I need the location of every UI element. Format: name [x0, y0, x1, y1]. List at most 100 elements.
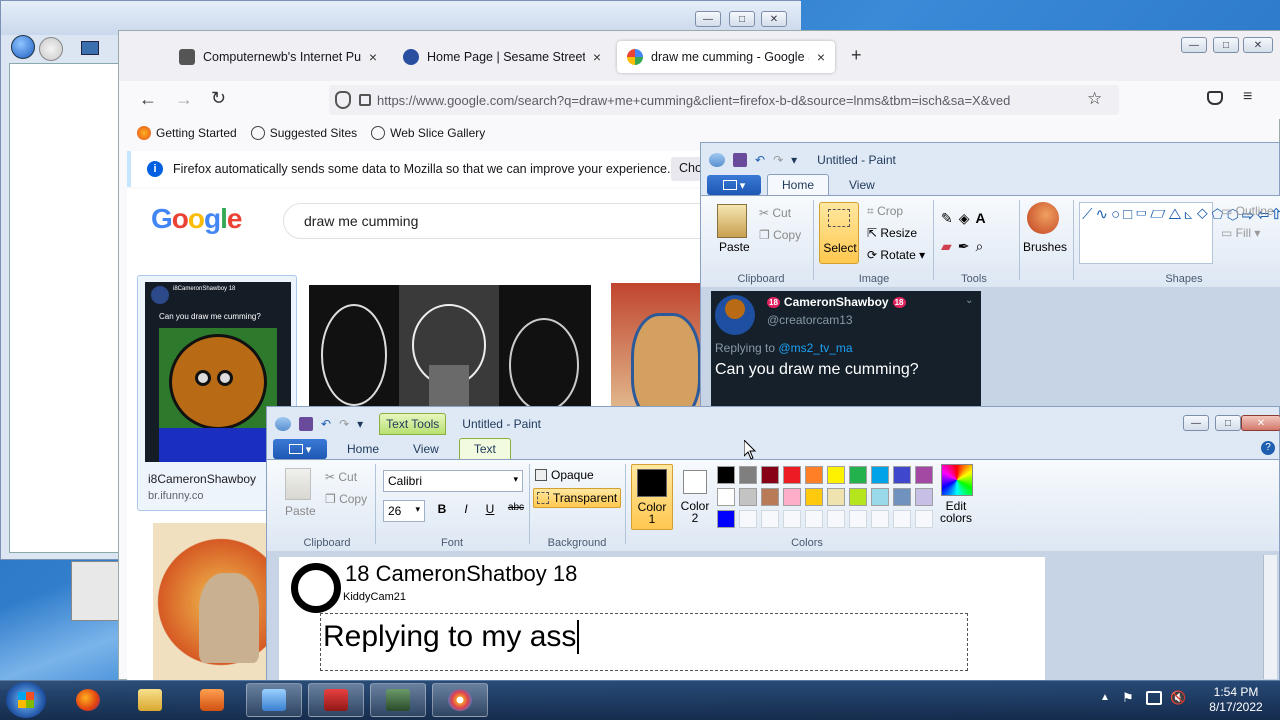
palette-swatch[interactable] [827, 466, 845, 484]
palette-swatch[interactable] [761, 488, 779, 506]
palette-swatch[interactable] [739, 510, 757, 528]
tab-computernewb[interactable]: Computernewb's Internet Pub × [169, 41, 387, 73]
save-icon[interactable] [299, 417, 313, 431]
reload-icon[interactable]: ↻ [211, 88, 226, 109]
search-input[interactable]: draw me cumming [283, 203, 743, 239]
volume-muted-icon[interactable]: 🔇 [1170, 690, 1186, 706]
edit-colors-icon[interactable] [941, 464, 973, 496]
new-tab-button[interactable]: + [851, 45, 862, 66]
tools-row-2[interactable]: ▰✒⌕ [941, 238, 989, 255]
qat-dropdown-icon[interactable]: ▾ [791, 153, 797, 167]
font-size-select[interactable]: 26 ▾ [383, 500, 425, 522]
underline-button[interactable]: U [481, 502, 499, 516]
start-button[interactable] [6, 682, 46, 718]
tray-expand-icon[interactable]: ▲ [1100, 692, 1110, 703]
menu-icon[interactable]: ≡ [1243, 88, 1252, 106]
palette-swatch[interactable] [739, 466, 757, 484]
palette-swatch[interactable] [893, 466, 911, 484]
ie-forward-button[interactable] [39, 37, 63, 61]
paste-label[interactable]: Paste [719, 240, 750, 254]
redo-icon[interactable]: ↷ [339, 417, 349, 431]
palette-swatch[interactable] [761, 466, 779, 484]
color-picker-icon[interactable]: ✒ [958, 238, 976, 254]
palette-swatch[interactable] [783, 466, 801, 484]
taskbar-media-player[interactable] [184, 683, 240, 717]
palette-swatch[interactable] [849, 466, 867, 484]
ff-close-button[interactable]: ✕ [1243, 37, 1273, 53]
edit-colors-label[interactable]: Edit colors [933, 500, 979, 524]
outline-button[interactable]: ▭ Outline [1221, 204, 1274, 218]
palette-swatch[interactable] [717, 488, 735, 506]
close-icon[interactable]: × [369, 49, 377, 65]
copy-button[interactable]: ❐ Copy [325, 492, 367, 506]
google-logo[interactable]: Google [151, 203, 242, 235]
tools-row-1[interactable]: ✎◈A [941, 210, 992, 227]
palette-swatch[interactable] [717, 466, 735, 484]
back-arrow-icon[interactable]: ← [139, 89, 157, 110]
paint-maximize-button[interactable]: □ [1215, 415, 1241, 431]
taskbar-firefox[interactable] [60, 683, 116, 717]
magnifier-icon[interactable]: ⌕ [976, 238, 990, 254]
taskbar-paint[interactable] [432, 683, 488, 717]
palette-swatch[interactable] [871, 466, 889, 484]
qat-dropdown-icon[interactable]: ▾ [357, 417, 363, 431]
palette-swatch[interactable] [783, 488, 801, 506]
color2-button[interactable]: Color 2 [677, 464, 717, 530]
undo-icon[interactable]: ↶ [755, 153, 765, 167]
close-icon[interactable]: × [593, 49, 601, 65]
palette-swatch[interactable] [893, 488, 911, 506]
cut-button[interactable]: ✂ Cut [759, 206, 791, 220]
forward-arrow-icon[interactable]: → [175, 89, 193, 110]
palette-swatch[interactable] [783, 510, 801, 528]
italic-button[interactable]: I [457, 502, 475, 516]
palette-swatch[interactable] [915, 488, 933, 506]
tab-sesame-street[interactable]: Home Page | Sesame Street | PB × [393, 41, 611, 73]
palette-swatch[interactable] [717, 510, 735, 528]
paint-close-button[interactable]: ✕ [1241, 415, 1280, 431]
tab-google-search[interactable]: draw me cumming - Google Se × [617, 41, 835, 73]
palette-swatch[interactable] [871, 488, 889, 506]
network-icon[interactable] [1146, 691, 1162, 705]
ie-maximize-button[interactable]: □ [729, 11, 755, 27]
paint-file-menu-button[interactable]: ▾ [273, 439, 327, 459]
brushes-label[interactable]: Brushes [1023, 240, 1067, 254]
ie-back-button[interactable] [11, 35, 35, 59]
paste-icon[interactable] [285, 468, 311, 500]
color1-button[interactable]: Color 1 [631, 464, 673, 530]
bookmark-getting-started[interactable]: Getting Started [137, 126, 237, 140]
rotate-button[interactable]: ⟳ Rotate ▾ [867, 248, 925, 262]
palette-swatch[interactable] [739, 488, 757, 506]
pencil-icon[interactable]: ✎ [941, 210, 959, 226]
copy-button[interactable]: ❐ Copy [759, 228, 801, 242]
result-title[interactable]: i8CameronShawboy [148, 472, 256, 486]
redo-icon[interactable]: ↷ [773, 153, 783, 167]
ie-minimize-button[interactable]: — [695, 11, 721, 27]
paste-icon[interactable] [717, 204, 747, 238]
undo-icon[interactable]: ↶ [321, 417, 331, 431]
crop-button[interactable]: ⌗ Crop [867, 204, 903, 219]
palette-swatch[interactable] [827, 510, 845, 528]
url-bar[interactable]: https://www.google.com/search?q=draw+me+… [329, 85, 1119, 115]
palette-swatch[interactable] [849, 488, 867, 506]
bookmark-star-icon[interactable]: ☆ [1087, 89, 1102, 109]
tab-home[interactable]: Home [333, 439, 393, 459]
bookmark-suggested-sites[interactable]: Suggested Sites [250, 126, 357, 140]
transparent-option[interactable]: Transparent [533, 488, 622, 508]
bold-button[interactable]: B [433, 502, 451, 516]
ie-close-button[interactable]: ✕ [761, 11, 787, 27]
font-family-select[interactable]: Calibri ▾ [383, 470, 523, 492]
action-center-flag-icon[interactable]: ⚑ [1122, 690, 1134, 706]
taskbar-toolbox[interactable] [308, 683, 364, 717]
palette-swatch[interactable] [915, 466, 933, 484]
save-icon[interactable] [733, 153, 747, 167]
strikethrough-button[interactable]: abc [505, 502, 527, 516]
fill-icon[interactable]: ◈ [959, 210, 976, 226]
canvas-scrollbar[interactable] [1263, 555, 1277, 679]
text-icon[interactable]: A [976, 210, 992, 226]
tab-view[interactable]: View [399, 439, 453, 459]
close-icon[interactable]: × [817, 49, 825, 65]
palette-swatch[interactable] [849, 510, 867, 528]
pocket-icon[interactable] [1207, 91, 1223, 105]
palette-swatch[interactable] [893, 510, 911, 528]
palette-swatch[interactable] [827, 488, 845, 506]
